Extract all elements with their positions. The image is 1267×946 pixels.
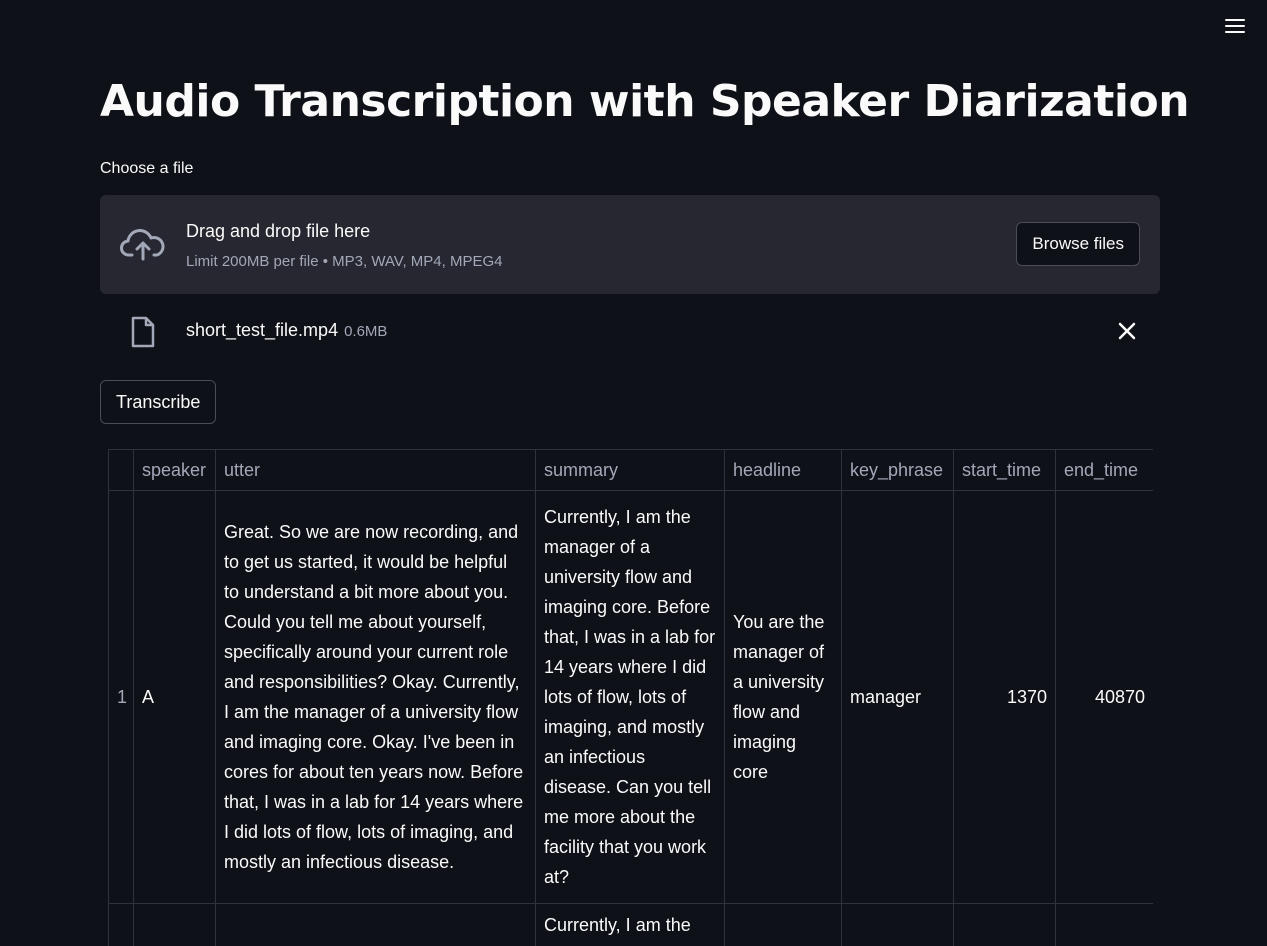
app-page: Audio Transcription with Speaker Diariza… bbox=[0, 0, 1267, 946]
cell-utter[interactable]: Great. So we are now recording, and to g… bbox=[215, 490, 536, 904]
hamburger-menu-icon[interactable] bbox=[1225, 14, 1249, 38]
cell-speaker[interactable] bbox=[133, 903, 216, 946]
column-header-index[interactable] bbox=[108, 449, 134, 491]
cell-headline[interactable] bbox=[724, 903, 842, 946]
page-title: Audio Transcription with Speaker Diariza… bbox=[100, 76, 1190, 127]
cell-key-phrase[interactable] bbox=[841, 903, 954, 946]
cell-key-phrase[interactable]: manager bbox=[841, 490, 954, 904]
row-index: 1 bbox=[108, 490, 134, 904]
column-header-key-phrase[interactable]: key_phrase bbox=[841, 449, 954, 491]
transcribe-button[interactable]: Transcribe bbox=[100, 380, 217, 424]
transcript-table[interactable]: speaker utter summary headline key_phras… bbox=[108, 449, 1153, 946]
column-header-start-time[interactable]: start_time bbox=[953, 449, 1056, 491]
uploaded-file-row: short_test_file.mp4 0.6MB bbox=[100, 310, 1160, 354]
close-icon[interactable] bbox=[1114, 318, 1140, 344]
dropzone-limit-text: Limit 200MB per file • MP3, WAV, MP4, MP… bbox=[186, 253, 503, 270]
column-header-speaker[interactable]: speaker bbox=[133, 449, 216, 491]
uploader-label: Choose a file bbox=[100, 160, 194, 177]
cell-headline[interactable]: You are the manager of a university flow… bbox=[724, 490, 842, 904]
browse-files-button[interactable]: Browse files bbox=[1016, 222, 1140, 266]
cell-start-time[interactable] bbox=[953, 903, 1056, 946]
cell-start-time[interactable]: 1370 bbox=[953, 490, 1056, 904]
cell-summary[interactable]: Currently, I am the manager of a bbox=[535, 903, 725, 946]
uploaded-file-name: short_test_file.mp4 bbox=[186, 320, 339, 340]
dropzone-instructions: Drag and drop file here bbox=[186, 221, 371, 241]
cell-end-time[interactable]: 40870 bbox=[1055, 490, 1153, 904]
uploaded-file-size: 0.6MB bbox=[344, 323, 388, 340]
cell-end-time[interactable] bbox=[1055, 903, 1153, 946]
column-header-end-time[interactable]: end_time bbox=[1055, 449, 1153, 491]
file-icon bbox=[131, 316, 155, 348]
table-header-row: speaker utter summary headline key_phras… bbox=[108, 449, 1153, 491]
column-header-headline[interactable]: headline bbox=[724, 449, 842, 491]
row-index bbox=[108, 903, 134, 946]
cell-speaker[interactable]: A bbox=[133, 490, 216, 904]
cloud-upload-icon bbox=[120, 229, 165, 261]
table-row: 1 A Great. So we are now recording, and … bbox=[108, 490, 1153, 904]
column-header-summary[interactable]: summary bbox=[535, 449, 725, 491]
cell-utter[interactable] bbox=[215, 903, 536, 946]
column-header-utter[interactable]: utter bbox=[215, 449, 536, 491]
table-row: Currently, I am the manager of a bbox=[108, 903, 1153, 946]
file-dropzone[interactable]: Drag and drop file here Limit 200MB per … bbox=[100, 195, 1160, 294]
cell-summary[interactable]: Currently, I am the manager of a univers… bbox=[535, 490, 725, 904]
